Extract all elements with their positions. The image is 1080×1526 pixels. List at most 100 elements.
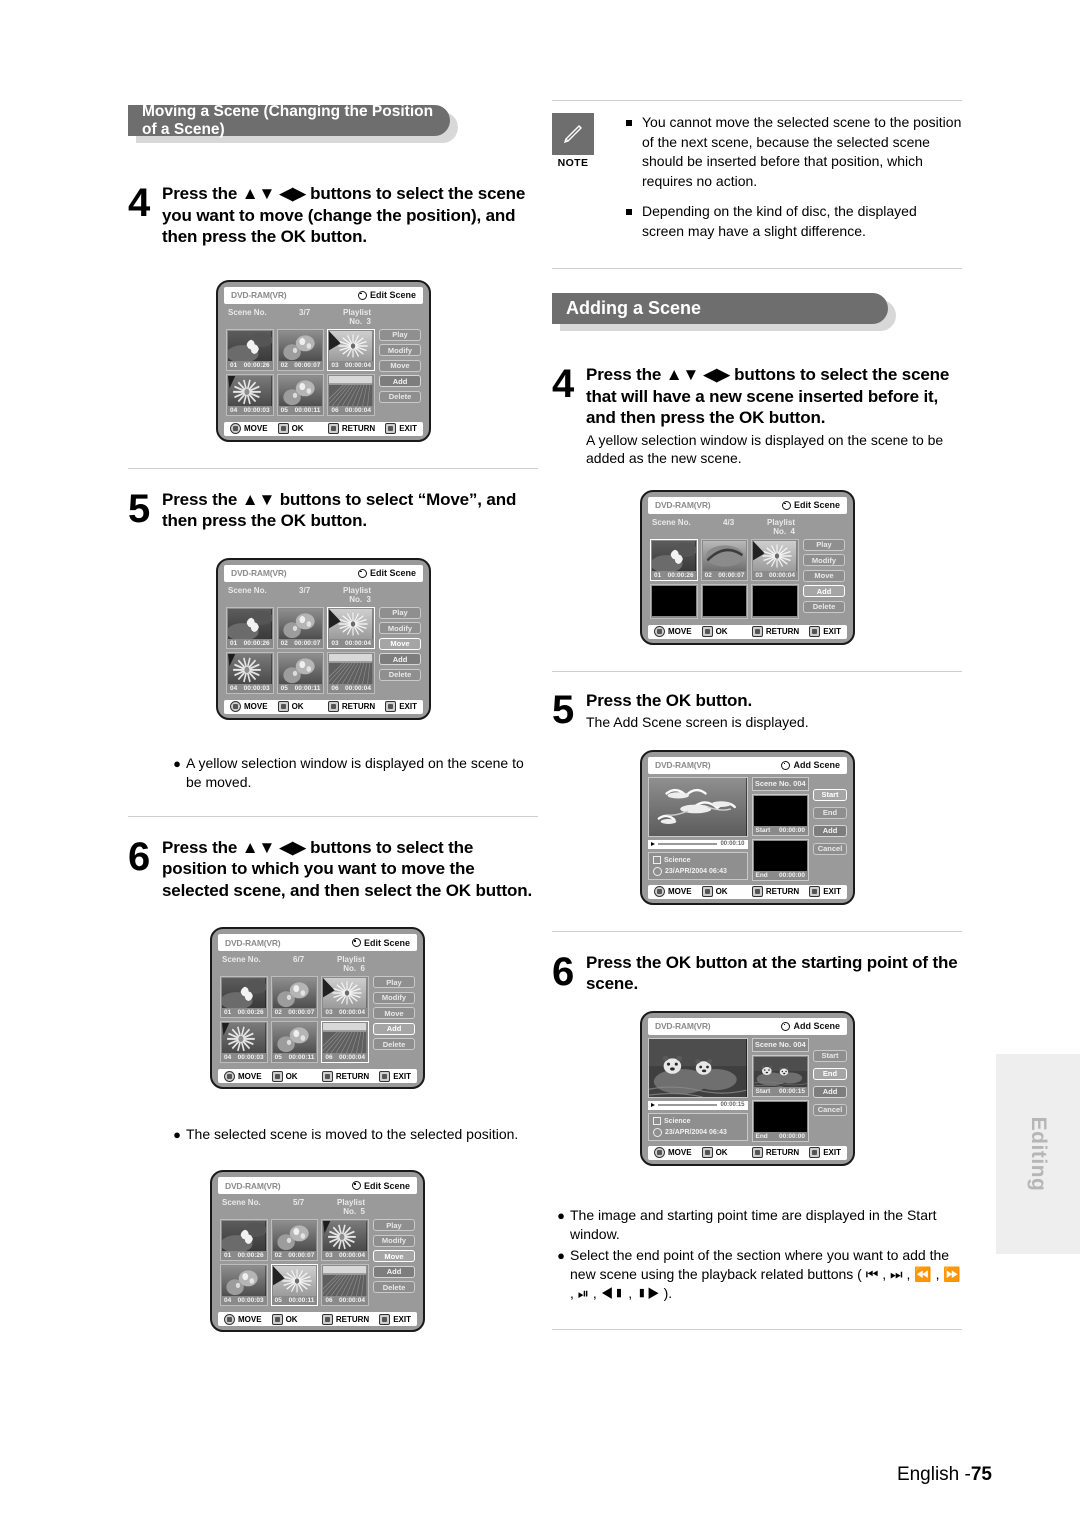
screen-button-delete[interactable]: Delete [373,1038,415,1050]
screen-button-play[interactable]: Play [379,328,421,341]
screen-button-move[interactable]: Move [373,1007,415,1019]
screen-button-delete[interactable]: Delete [379,668,421,681]
scene-cell[interactable]: 04 00:00:03 [220,1264,268,1306]
disc-type-label: DVD-RAM(VR) [231,290,287,300]
add-scene-button-end[interactable]: End [813,806,847,819]
scene-cell[interactable]: 05 00:00:11 [270,1021,319,1063]
note-bullet: ● The image and starting point time are … [552,1206,962,1244]
scene-cell[interactable]: 06 00:00:04 [327,373,375,416]
scene-cell[interactable]: 05 00:00:11 [276,373,325,416]
screen-button-delete[interactable]: Delete [803,600,845,613]
screen-button-add[interactable]: Add [373,1265,415,1278]
scene-cell[interactable]: 06 00:00:04 [321,1264,369,1306]
screen-button-delete[interactable]: Delete [379,390,421,403]
title-icon [653,856,661,864]
move-icon [224,1313,235,1325]
screen-button-move[interactable]: Move [379,359,421,372]
start-slot[interactable]: Start 00:00:15 [751,1054,809,1097]
scene-cell[interactable]: 05 00:00:11 [270,1264,319,1306]
scene-cell[interactable]: 02 00:00:07 [700,538,749,581]
scene-cell-empty[interactable] [650,583,698,619]
screen-button-move[interactable]: Move [803,569,845,582]
scene-meta: 04 00:00:03 [228,406,272,414]
gear-icon [781,1021,791,1031]
scene-cell[interactable]: 01 00:00:26 [226,328,274,371]
left-column: Moving a Scene (Changing the Position of… [128,0,538,1332]
screen-button-play[interactable]: Play [803,538,845,551]
screen-button-move[interactable]: Move [373,1250,415,1262]
scene-index: 03 [331,639,339,647]
end-slot[interactable]: End 00:00:00 [751,838,809,881]
screen-button-modify[interactable]: Modify [379,344,421,356]
screen-button-add[interactable]: Add [379,375,421,387]
scene-cell[interactable]: 03 00:00:04 [751,538,799,581]
mode-text: Edit Scene [369,290,416,300]
scene-index: 06 [325,1054,333,1061]
scene-duration: 00:00:04 [338,1252,365,1259]
scene-meta: 04 00:00:03 [228,684,272,692]
screen-button-add[interactable]: Add [373,1022,415,1035]
screen-button-modify[interactable]: Modify [373,991,415,1004]
scene-meta: 02 00:00:07 [273,1008,317,1016]
scene-cell[interactable]: 04 00:00:03 [226,651,274,694]
scene-cell[interactable]: 01 00:00:26 [650,538,698,581]
step-subtext: A yellow selection window is displayed o… [586,431,944,467]
scene-cell[interactable]: 03 00:00:04 [327,328,375,371]
add-scene-button-add[interactable]: Add [813,1085,847,1098]
scene-cell[interactable]: 06 00:00:04 [327,651,375,694]
scene-cell[interactable]: 02 00:00:07 [270,976,319,1018]
end-thumbnail [753,1101,807,1132]
exit-icon [809,1147,821,1158]
screen-button-add[interactable]: Add [379,653,421,665]
scene-cell[interactable]: 01 00:00:26 [226,606,274,649]
scene-cell[interactable]: 02 00:00:07 [276,606,325,649]
progress-track[interactable] [658,1104,718,1106]
scene-index: 03 [755,571,763,579]
screen-button-play[interactable]: Play [379,606,421,619]
scene-cell[interactable]: 03 00:00:04 [321,1219,369,1261]
screen-button-column: Play Modify Move Add Delete [373,976,415,1063]
scene-cell-empty[interactable] [700,583,749,619]
screen-button-play[interactable]: Play [373,1219,415,1231]
screen-button-move[interactable]: Move [379,637,421,650]
add-scene-button-start[interactable]: Start [813,788,847,801]
footer-ok: OK [715,627,728,636]
screen-button-modify[interactable]: Modify [373,1234,415,1247]
screen-button-play[interactable]: Play [373,976,415,988]
scene-cell[interactable]: 01 00:00:26 [220,976,268,1018]
scene-index: 06 [331,684,339,692]
add-scene-button-add[interactable]: Add [813,824,847,837]
square-bullet-icon [626,113,642,191]
scene-cell[interactable]: 02 00:00:07 [270,1219,319,1261]
screen-button-column: Play Modify Move Add Delete [373,1219,415,1306]
scene-cell[interactable]: 05 00:00:11 [276,651,325,694]
screen-button-add[interactable]: Add [803,585,845,597]
add-scene-button-cancel[interactable]: Cancel [813,842,847,855]
scene-cell[interactable]: 04 00:00:03 [220,1021,268,1063]
screen-button-modify[interactable]: Modify [379,622,421,634]
scene-cell[interactable]: 04 00:00:03 [226,373,274,416]
add-scene-button-start[interactable]: Start [813,1049,847,1062]
playlist-no: Playlist No. 6 [336,955,365,973]
return-icon [321,1070,333,1082]
playback-progress-bar[interactable]: 00:00:15 [648,1100,748,1110]
step-6-adding: 6 Press the OK button at the starting po… [552,952,962,995]
footer-move: MOVE [238,1071,262,1081]
scene-cell[interactable]: 06 00:00:04 [321,1021,369,1063]
screen-button-modify[interactable]: Modify [803,554,845,566]
add-scene-button-cancel[interactable]: Cancel [813,1103,847,1116]
scene-cell[interactable]: 03 00:00:04 [327,606,375,649]
end-slot[interactable]: End 00:00:00 [751,1099,809,1142]
scene-cell-empty[interactable] [751,583,799,619]
progress-track[interactable] [658,843,718,845]
scene-cell[interactable]: 01 00:00:26 [220,1219,268,1261]
playback-progress-bar[interactable]: 00:00:10 [648,839,748,849]
start-slot[interactable]: Start 00:00:00 [751,793,809,836]
add-scene-button-end[interactable]: End [813,1067,847,1080]
scene-cell[interactable]: 03 00:00:04 [321,976,369,1018]
scene-counter: 6/7 [293,955,305,964]
scene-meta: 03 00:00:04 [329,639,373,647]
scene-index: 06 [331,406,339,414]
scene-cell[interactable]: 02 00:00:07 [276,328,325,371]
screen-button-delete[interactable]: Delete [373,1281,415,1293]
